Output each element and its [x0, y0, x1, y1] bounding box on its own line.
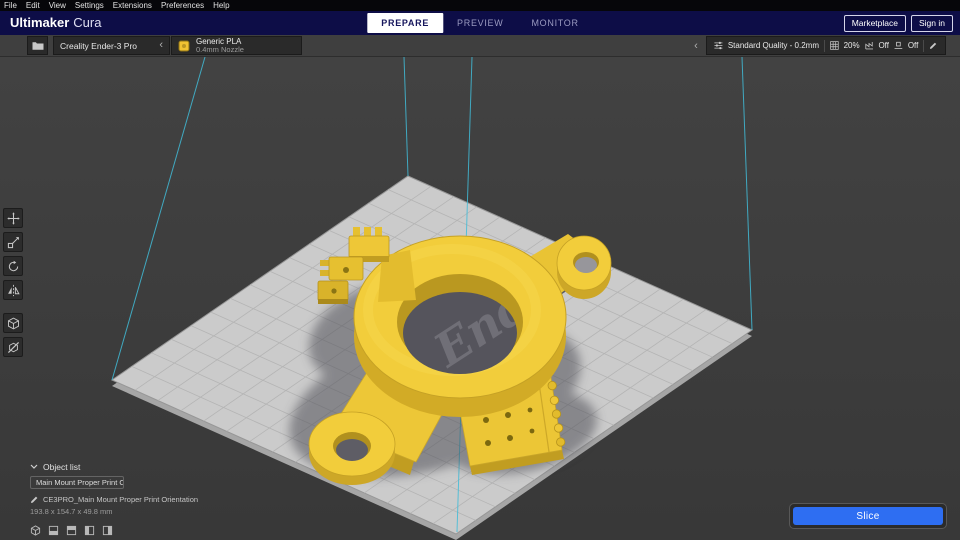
mirror-icon: [7, 284, 20, 296]
adhesion-icon: [894, 41, 903, 49]
logo-ultimaker: Ultimaker: [10, 15, 70, 30]
folder-open-icon: [32, 41, 43, 50]
model-name: CE3PRO_Main Mount Proper Print Orientati…: [43, 495, 199, 504]
per-model-settings-button[interactable]: [3, 313, 23, 333]
printer-selector[interactable]: Creality Ender-3 Pro ‹: [53, 36, 170, 55]
material-color-icon: [178, 40, 190, 51]
menu-view[interactable]: View: [49, 0, 66, 11]
chevron-down-icon: [30, 464, 38, 469]
support-state: Off: [878, 41, 889, 50]
material-labels: Generic PLA 0.4mm Nozzle: [196, 37, 244, 55]
collapse-settings-chevron[interactable]: ‹: [689, 36, 703, 55]
object-list-title: Object list: [43, 461, 81, 472]
tool-column: [3, 208, 23, 357]
move-icon: [6, 211, 20, 225]
slice-button[interactable]: Slice: [793, 507, 943, 525]
front-view-icon[interactable]: [48, 525, 59, 536]
model-name-row[interactable]: CE3PRO_Main Mount Proper Print Orientati…: [30, 495, 198, 504]
left-view-icon[interactable]: [84, 525, 95, 536]
chevron-left-icon[interactable]: ‹: [159, 40, 163, 51]
top-view-icon[interactable]: [66, 525, 77, 536]
logo-cura: Cura: [73, 15, 102, 30]
divider: [823, 39, 825, 52]
menu-bar: File Edit View Settings Extensions Prefe…: [0, 0, 960, 11]
cura-window: File Edit View Settings Extensions Prefe…: [0, 0, 960, 540]
scale-icon: [7, 236, 19, 248]
stage-toolbar: Creality Ender-3 Pro ‹ Generic PLA 0.4mm…: [0, 35, 960, 57]
print-settings-panel[interactable]: Standard Quality - 0.2mm 20% Off Off: [706, 36, 946, 55]
nozzle-size: 0.4mm Nozzle: [196, 44, 244, 54]
edit-pencil-icon[interactable]: [929, 40, 938, 51]
infill-icon: [829, 41, 839, 50]
divider: [923, 39, 925, 52]
app-logo: Ultimaker Cura: [10, 11, 101, 35]
rename-pencil-icon: [30, 496, 38, 504]
sign-in-button[interactable]: Sign in: [911, 15, 953, 32]
print-profile: Standard Quality - 0.2mm: [727, 41, 819, 50]
sliders-icon: [714, 41, 723, 50]
mirror-tool-button[interactable]: [3, 280, 23, 300]
object-list-panel: Object list Main Mount Proper Print Or..…: [30, 461, 198, 516]
scale-tool-button[interactable]: [3, 232, 23, 252]
menu-preferences[interactable]: Preferences: [161, 0, 204, 11]
menu-settings[interactable]: Settings: [75, 0, 104, 11]
printer-name: Creality Ender-3 Pro: [60, 40, 138, 51]
move-tool-button[interactable]: [3, 208, 23, 228]
menu-extensions[interactable]: Extensions: [113, 0, 152, 11]
model-dimensions: 193.8 x 154.7 x 49.8 mm: [30, 507, 113, 516]
tab-preview[interactable]: PREVIEW: [443, 13, 517, 33]
support-blocker-button[interactable]: [3, 337, 23, 357]
header-actions: Marketplace Sign in: [843, 15, 953, 32]
right-view-icon[interactable]: [102, 525, 113, 536]
menu-help[interactable]: Help: [213, 0, 229, 11]
rotate-icon: [8, 260, 18, 271]
per-model-settings-icon: [7, 317, 19, 329]
support-blocker-icon: [7, 341, 19, 353]
view-preset-bar: [30, 525, 113, 536]
app-header: Ultimaker Cura PREPARE PREVIEW MONITOR Ma…: [0, 11, 960, 35]
stage-tabs: PREPARE PREVIEW MONITOR: [367, 11, 592, 35]
tab-monitor[interactable]: MONITOR: [517, 13, 592, 33]
adhesion-state: Off: [907, 41, 919, 50]
menu-edit[interactable]: Edit: [26, 0, 40, 11]
tab-prepare[interactable]: PREPARE: [367, 13, 444, 33]
open-file-button[interactable]: [27, 36, 48, 55]
infill-density: 20%: [843, 41, 860, 50]
material-selector[interactable]: Generic PLA 0.4mm Nozzle: [171, 36, 302, 55]
object-list-header[interactable]: Object list: [30, 461, 198, 472]
rotate-tool-button[interactable]: [3, 256, 23, 276]
menu-file[interactable]: File: [4, 0, 17, 11]
3d-view-icon[interactable]: [30, 525, 41, 536]
action-panel: Slice: [789, 503, 947, 529]
object-list-item[interactable]: Main Mount Proper Print Or...: [30, 476, 124, 489]
support-icon: [865, 42, 873, 50]
marketplace-button[interactable]: Marketplace: [843, 15, 906, 32]
